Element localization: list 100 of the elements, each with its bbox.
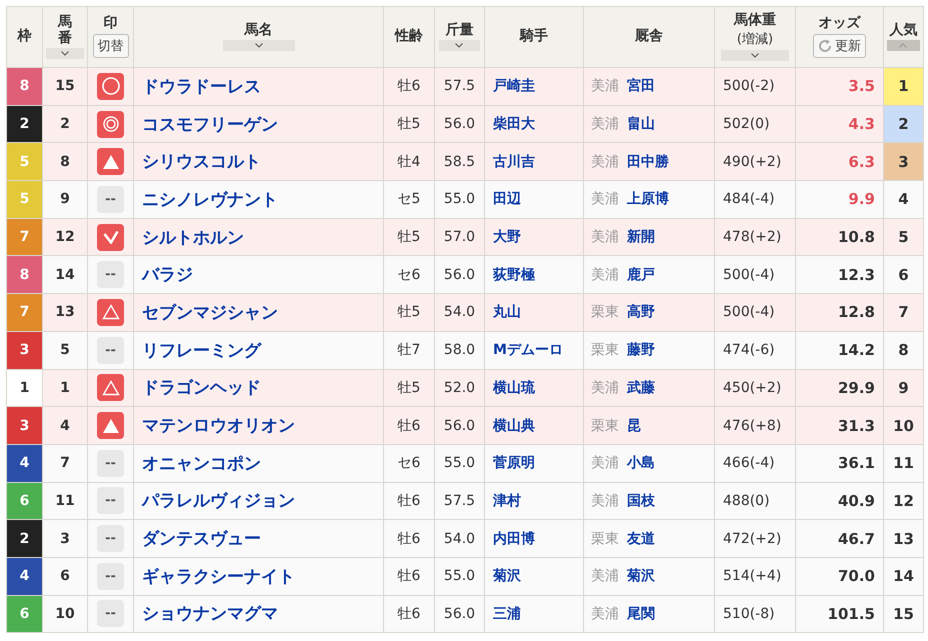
weight-cell: 56.0 — [434, 406, 484, 444]
mark-button[interactable] — [97, 224, 124, 251]
horse-name[interactable]: コスモフリーゲン — [134, 105, 384, 143]
body-weight: 490(+2) — [714, 142, 796, 181]
toggle-button[interactable]: 切替 — [92, 34, 128, 58]
sex-age: 牡6 — [384, 482, 434, 520]
trainer-name[interactable]: 小島 — [627, 455, 655, 472]
horse-name[interactable]: ショウナンマグマ — [134, 595, 384, 633]
horse-name[interactable]: ギャラクシーナイト — [134, 557, 384, 596]
trainer-name[interactable]: 武藤 — [627, 380, 655, 396]
triangle-icon — [102, 418, 120, 434]
trainer-name[interactable]: 菊沢 — [627, 568, 655, 584]
mark-button[interactable]: -- — [97, 450, 124, 477]
body-weight: 476(+8) — [714, 406, 796, 444]
stable-region: 美浦 — [591, 380, 619, 396]
mark-button[interactable]: -- — [97, 186, 124, 213]
horse-number: 1 — [42, 369, 88, 407]
frame-number: 7 — [6, 218, 42, 256]
horse-number: 9 — [42, 180, 88, 218]
jockey-name[interactable]: 内田博 — [484, 520, 584, 558]
jockey-name[interactable]: 丸山 — [484, 294, 584, 332]
horse-number: 10 — [42, 595, 88, 633]
horse-number: 7 — [42, 444, 88, 482]
sort-button[interactable] — [46, 48, 84, 59]
jockey-name[interactable]: 横山典 — [484, 406, 584, 444]
odds-cell: 14.2 — [796, 331, 884, 369]
mark-button[interactable]: -- — [97, 562, 124, 590]
horse-name[interactable]: ダンテスヴュー — [134, 520, 384, 558]
mark-button[interactable]: -- — [97, 336, 124, 364]
jockey-name[interactable]: 田辺 — [484, 180, 584, 218]
header-label: 馬番 — [58, 15, 72, 46]
horse-name[interactable]: ニシノレヴナント — [134, 180, 384, 218]
trainer-name[interactable]: 上原博 — [627, 191, 669, 208]
stable-region: 栗東 — [591, 304, 619, 320]
odds-cell: 10.8 — [796, 218, 884, 256]
jockey-name[interactable]: 津村 — [484, 482, 584, 520]
jockey-name[interactable]: 古川吉 — [484, 142, 584, 181]
trainer-name[interactable]: 尾関 — [627, 606, 655, 622]
jockey-name[interactable]: 戸崎圭 — [484, 68, 584, 106]
horse-name[interactable]: シルトホルン — [134, 218, 384, 256]
frame-number: 8 — [6, 256, 42, 294]
horse-name[interactable]: マテンロウオリオン — [134, 406, 384, 444]
trainer-name[interactable]: 宮田 — [627, 78, 655, 94]
mark-button[interactable] — [97, 110, 124, 138]
horse-name[interactable]: セブンマジシャン — [134, 294, 384, 332]
mark-button[interactable] — [97, 148, 124, 176]
horse-name[interactable]: ドウラドーレス — [134, 68, 384, 106]
sort-button[interactable] — [886, 40, 920, 52]
trainer-name[interactable]: 新開 — [627, 229, 655, 246]
body-weight: 488(0) — [714, 482, 796, 520]
jockey-name[interactable]: 大野 — [484, 218, 584, 256]
popularity-rank: 5 — [884, 218, 924, 256]
trainer-name[interactable]: 鹿戸 — [627, 266, 655, 283]
weight-cell: 54.0 — [434, 520, 484, 558]
stable-region: 美浦 — [591, 492, 619, 509]
trainer-name[interactable]: 昆 — [627, 418, 641, 434]
horse-name[interactable]: ドラゴンヘッド — [134, 369, 384, 407]
mark-button[interactable]: -- — [97, 525, 124, 552]
mark-button[interactable] — [97, 374, 124, 402]
jockey-name[interactable]: 荻野極 — [484, 256, 584, 294]
mark-button[interactable]: -- — [97, 600, 124, 628]
jockey-name[interactable]: Mデムーロ — [484, 331, 584, 369]
trainer-name[interactable]: 畠山 — [627, 116, 655, 132]
weight-cell: 58.5 — [434, 142, 484, 181]
weight-cell: 55.0 — [434, 444, 484, 482]
trainer-name[interactable]: 藤野 — [627, 342, 655, 358]
odds-cell: 36.1 — [796, 444, 884, 482]
weight-cell: 56.0 — [434, 256, 484, 294]
mark-button[interactable] — [97, 298, 124, 326]
jockey-name[interactable]: 菊沢 — [484, 557, 584, 596]
jockey-name[interactable]: 三浦 — [484, 595, 584, 633]
horse-name[interactable]: リフレーミング — [134, 331, 384, 369]
trainer-name[interactable]: 友道 — [627, 530, 655, 547]
jockey-name[interactable]: 横山琉 — [484, 369, 584, 407]
stable-region: 栗東 — [591, 530, 619, 547]
mark-button[interactable]: -- — [97, 487, 124, 514]
sort-button[interactable] — [438, 40, 480, 52]
odds-cell: 9.9 — [796, 180, 884, 218]
odds-cell: 29.9 — [796, 369, 884, 407]
horse-name[interactable]: パラレルヴィジョン — [134, 482, 384, 520]
horse-name[interactable]: オニャンコポン — [134, 444, 384, 482]
jockey-name[interactable]: 柴田大 — [484, 105, 584, 143]
horse-name[interactable]: シリウスコルト — [134, 142, 384, 181]
refresh-button[interactable]: 更新 — [813, 34, 866, 58]
trainer-name[interactable]: 高野 — [627, 304, 655, 320]
refresh-icon — [818, 38, 832, 53]
caret-icon — [899, 43, 908, 48]
mark-button[interactable]: -- — [97, 261, 124, 288]
horse-name[interactable]: バラジ — [134, 256, 384, 294]
mark-button[interactable] — [97, 412, 124, 440]
mark-button[interactable] — [97, 72, 124, 100]
sex-age: 牡6 — [384, 406, 434, 444]
horse-number: 13 — [42, 294, 88, 332]
sex-age: 牡5 — [384, 218, 434, 256]
weight-cell: 57.0 — [434, 218, 484, 256]
triangle-icon — [102, 154, 120, 170]
trainer-name[interactable]: 国枝 — [627, 492, 655, 509]
horse-number: 6 — [42, 557, 88, 596]
trainer-name[interactable]: 田中勝 — [627, 154, 669, 170]
jockey-name[interactable]: 菅原明 — [484, 444, 584, 482]
